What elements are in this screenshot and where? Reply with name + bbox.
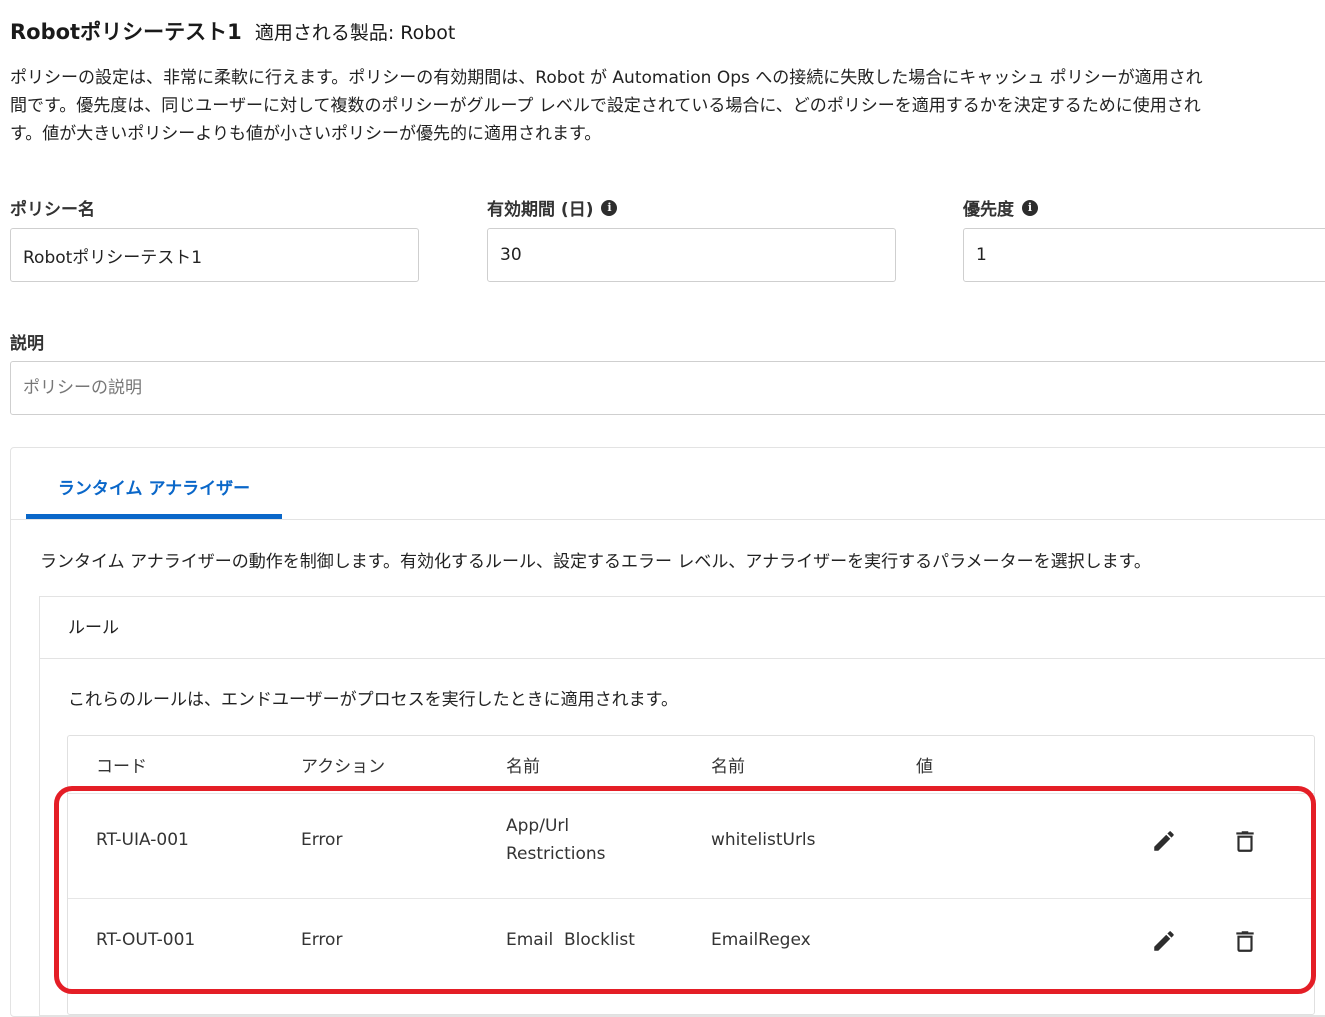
param-name: EmailRegex xyxy=(711,930,811,950)
rules-title: ルール xyxy=(68,618,119,638)
delete-icon[interactable] xyxy=(1230,926,1260,956)
edit-icon[interactable] xyxy=(1149,826,1179,856)
table-row[interactable] xyxy=(68,899,1314,989)
page-title: Robotポリシーテスト1 xyxy=(10,20,242,44)
column-header-code[interactable]: コード xyxy=(96,752,147,777)
priority-input[interactable] xyxy=(963,228,1325,282)
validity-days-input[interactable] xyxy=(487,228,896,282)
info-icon[interactable]: i xyxy=(601,199,618,216)
rule-name: App/Url Restrictions xyxy=(506,816,606,864)
rule-name: Email Blocklist xyxy=(506,930,635,950)
page-header: Robotポリシーテスト1 適用される製品: Robot xyxy=(10,16,455,46)
rule-code: RT-OUT-001 xyxy=(96,930,196,950)
tab-runtime-analyzer[interactable]: ランタイム アナライザー xyxy=(26,466,282,520)
column-header-param-name[interactable]: 名前 xyxy=(711,752,745,777)
edit-icon[interactable] xyxy=(1149,926,1179,956)
description-label-text: 説明 xyxy=(10,334,44,354)
info-icon[interactable]: i xyxy=(1022,199,1038,216)
applied-product-label: 適用される製品: Robot xyxy=(254,22,456,44)
column-header-rule-name[interactable]: 名前 xyxy=(506,752,540,777)
description-label: 説明 xyxy=(10,329,44,354)
rule-action: Error xyxy=(301,930,343,950)
validity-label: 有効期間 (日) i xyxy=(487,195,618,220)
policy-name-input[interactable] xyxy=(10,228,419,282)
description-input[interactable] xyxy=(10,361,1325,415)
column-header-action[interactable]: アクション xyxy=(301,752,385,777)
policy-name-label: ポリシー名 xyxy=(10,195,95,220)
delete-icon[interactable] xyxy=(1230,826,1260,856)
table-row[interactable] xyxy=(68,794,1314,898)
rules-header xyxy=(40,597,1325,659)
rules-description: これらのルールは、エンドユーザーがプロセスを実行したときに適用されます。 xyxy=(68,690,678,710)
tab-description: ランタイム アナライザーの動作を制御します。有効化するルール、設定するエラー レ… xyxy=(40,552,1151,572)
priority-label-text: 優先度 xyxy=(963,200,1014,220)
priority-label: 優先度 i xyxy=(963,195,1038,220)
rule-action: Error xyxy=(301,830,343,850)
validity-label-text: 有効期間 (日) xyxy=(487,200,594,220)
param-name: whitelistUrls xyxy=(711,830,816,850)
policy-description-text: ポリシーの設定は、非常に柔軟に行えます。ポリシーの有効期間は、Robot が A… xyxy=(10,68,1203,144)
column-header-value[interactable]: 値 xyxy=(916,752,933,777)
active-tab-indicator xyxy=(26,514,282,519)
rule-code: RT-UIA-001 xyxy=(96,830,189,850)
policy-name-label-text: ポリシー名 xyxy=(10,200,95,220)
